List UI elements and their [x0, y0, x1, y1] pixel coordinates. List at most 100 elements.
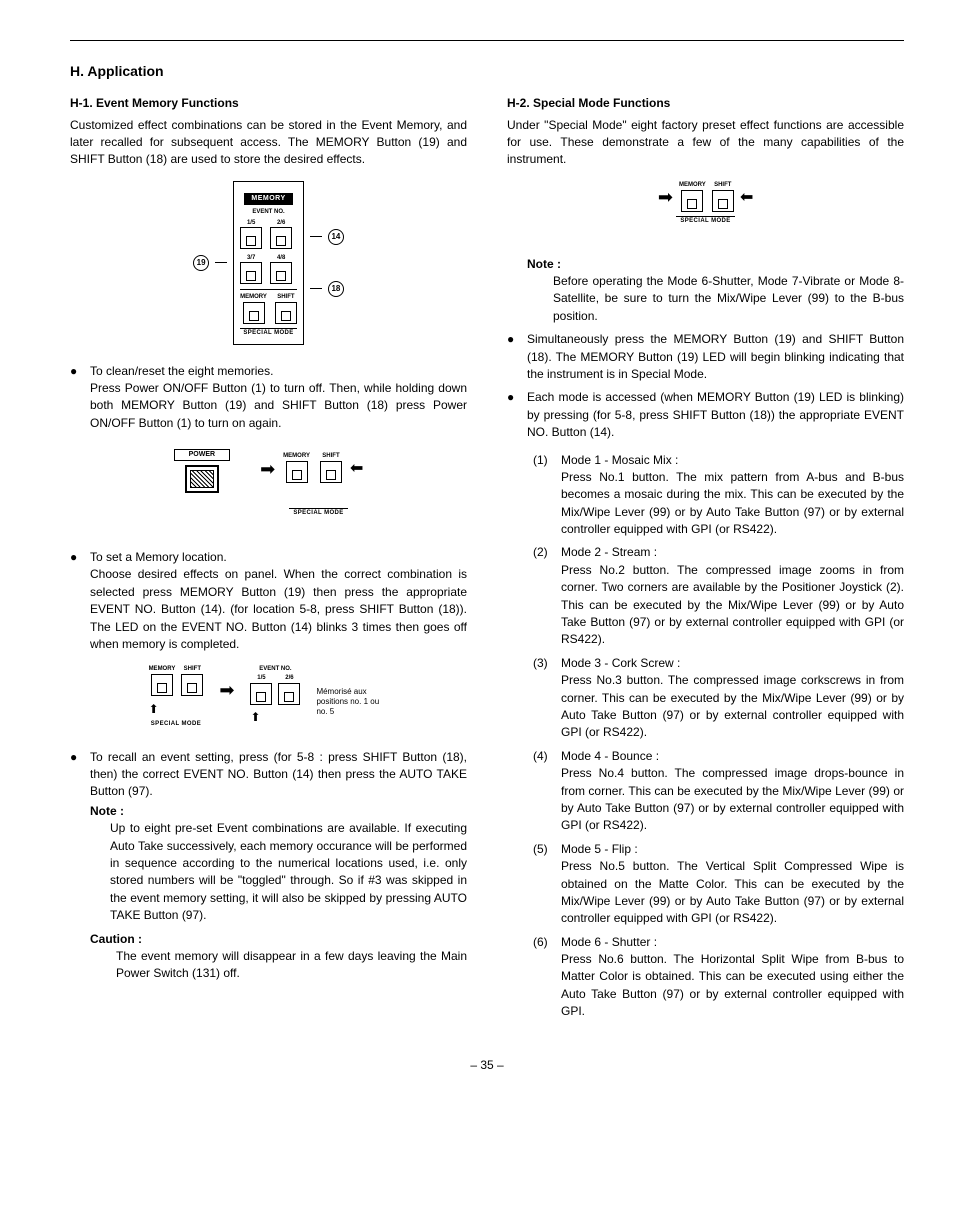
mode-number: (1): [533, 452, 561, 469]
key-2-6-label-2: 2/6: [278, 674, 300, 683]
bullet-each-mode-access-body: Each mode is accessed (when MEMORY Butto…: [527, 389, 904, 441]
bullet-set-memory-body: Choose desired effects on panel. When th…: [90, 567, 467, 651]
key-shift-2: [320, 461, 342, 483]
bullet-recall-event-body: To recall an event setting, press (for 5…: [90, 750, 467, 799]
key-memory-label: MEMORY: [240, 293, 267, 302]
label-special-mode-4: SPECIAL MODE: [676, 216, 735, 226]
arrow-left-icon: ➡: [350, 457, 363, 480]
bullet-simultaneous-press: ● Simultaneously press the MEMORY Button…: [507, 331, 904, 383]
page-number: – 35 –: [70, 1057, 904, 1074]
key-1-5: [240, 227, 262, 249]
mode-body: Press No.1 button. The mix pattern from …: [561, 469, 904, 539]
label-event-no: EVENT NO.: [240, 208, 297, 217]
mode-item: (5)Mode 5 - Flip :: [533, 841, 904, 858]
bullet-clean-reset: ● To clean/reset the eight memories. Pre…: [70, 363, 467, 433]
bullet-clean-reset-title: To clean/reset the eight memories.: [90, 364, 273, 378]
mode-item: (6)Mode 6 - Shutter :: [533, 934, 904, 951]
key-shift-label-2: SHIFT: [320, 452, 342, 461]
note-body: Up to eight pre-set Event combinations a…: [110, 820, 467, 924]
arrow-right-icon: ➡: [260, 456, 275, 482]
bullet-recall-event: ● To recall an event setting, press (for…: [70, 749, 467, 925]
label-special-mode: SPECIAL MODE: [240, 328, 297, 338]
bullet-simultaneous-press-body: Simultaneously press the MEMORY Button (…: [527, 331, 904, 383]
label-event-no-2: EVENT NO.: [250, 665, 300, 674]
mode-title: Mode 1 - Mosaic Mix :: [561, 452, 904, 469]
bullet-set-memory: ● To set a Memory location. Choose desir…: [70, 549, 467, 653]
arrow-up-icon: ⬆: [149, 702, 159, 716]
mode-title: Mode 5 - Flip :: [561, 841, 904, 858]
arrow-right-icon-3: ➡: [658, 184, 673, 210]
key-1-5-2: [250, 683, 272, 705]
callout-14: 14: [328, 229, 344, 245]
key-memory-label-3: MEMORY: [149, 665, 176, 674]
note-label-2: Note :: [527, 257, 561, 271]
right-column: H-2. Special Mode Functions Under "Speci…: [507, 95, 904, 1020]
key-2-6-2: [278, 683, 300, 705]
mode-item: (4)Mode 4 - Bounce :: [533, 748, 904, 765]
mode-title: Mode 2 - Stream :: [561, 544, 904, 561]
bullet-set-memory-title: To set a Memory location.: [90, 550, 227, 564]
top-rule: [70, 40, 904, 41]
mode-body: Press No.4 button. The compressed image …: [561, 765, 904, 835]
key-1-5-label-2: 1/5: [250, 674, 272, 683]
mode-item: (3)Mode 3 - Cork Screw :: [533, 655, 904, 672]
key-memory-label-4: MEMORY: [679, 181, 706, 190]
two-column-layout: H-1. Event Memory Functions Customized e…: [70, 95, 904, 1020]
caution-label: Caution :: [90, 932, 142, 946]
arrow-left-icon-2: ➡: [740, 186, 753, 209]
key-3-7-label: 3/7: [240, 254, 262, 263]
key-memory-2: [286, 461, 308, 483]
key-3-7: [240, 262, 262, 284]
diagram-special-mode: ➡ MEMORY SHIFT ➡ SPECIAL MODE: [507, 181, 904, 226]
mode-number: (2): [533, 544, 561, 561]
caution-body: The event memory will disappear in a few…: [116, 948, 467, 983]
label-special-mode-2: SPECIAL MODE: [289, 508, 347, 518]
power-button-icon: [185, 465, 219, 493]
bullet-each-mode-access: ● Each mode is accessed (when MEMORY But…: [507, 389, 904, 441]
key-shift-label-4: SHIFT: [712, 181, 734, 190]
key-shift: [275, 302, 297, 324]
key-memory-3: [151, 674, 173, 696]
note-label: Note :: [90, 804, 124, 818]
key-memory: [243, 302, 265, 324]
arrow-up-icon-2: ⬆: [250, 710, 260, 724]
key-2-6: [270, 227, 292, 249]
mode-title: Mode 4 - Bounce :: [561, 748, 904, 765]
key-memory-4: [681, 190, 703, 212]
key-4-8-label: 4/8: [270, 254, 292, 263]
mode-item: (1)Mode 1 - Mosaic Mix :: [533, 452, 904, 469]
mode-number: (5): [533, 841, 561, 858]
diagram-memory-to-event: MEMORY SHIFT ⬆ SPECIAL MODE ➡ EVENT NO. …: [70, 665, 467, 728]
key-shift-4: [712, 190, 734, 212]
mode-title: Mode 3 - Cork Screw :: [561, 655, 904, 672]
h2-title: H-2. Special Mode Functions: [507, 95, 904, 112]
callout-18: 18: [328, 281, 344, 297]
diagram-memo-text: Mémorisé aux positions no. 1 ou no. 5: [316, 687, 388, 716]
h1-intro: Customized effect combinations can be st…: [70, 117, 467, 169]
mode-body: Press No.2 button. The compressed image …: [561, 562, 904, 649]
key-shift-label-3: SHIFT: [181, 665, 203, 674]
key-4-8: [270, 262, 292, 284]
key-1-5-label: 1/5: [240, 219, 262, 228]
mode-body: Press No.6 button. The Horizontal Split …: [561, 951, 904, 1021]
diagram-event-memory-panel: 19 MEMORY EVENT NO. 1/5 2/6 3/7 4/8 MEMO…: [70, 181, 467, 345]
bullet-clean-reset-body: Press Power ON/OFF Button (1) to turn of…: [90, 381, 467, 430]
callout-19: 19: [193, 255, 209, 271]
mode-number: (3): [533, 655, 561, 672]
key-shift-label: SHIFT: [275, 293, 297, 302]
mode-title: Mode 6 - Shutter :: [561, 934, 904, 951]
mode-number: (4): [533, 748, 561, 765]
key-2-6-label: 2/6: [270, 219, 292, 228]
label-power: POWER: [174, 449, 230, 461]
key-shift-3: [181, 674, 203, 696]
left-column: H-1. Event Memory Functions Customized e…: [70, 95, 467, 1020]
diagram-power-memory-shift: POWER ➡ MEMORY SHIFT ➡: [70, 444, 467, 494]
mode-body: Press No.3 button. The compressed image …: [561, 672, 904, 742]
label-special-mode-3: SPECIAL MODE: [149, 720, 204, 729]
label-memory: MEMORY: [244, 193, 292, 205]
key-memory-label-2: MEMORY: [283, 452, 310, 461]
note-body-2: Before operating the Mode 6-Shutter, Mod…: [553, 273, 904, 325]
h2-intro: Under "Special Mode" eight factory prese…: [507, 117, 904, 169]
mode-item: (2)Mode 2 - Stream :: [533, 544, 904, 561]
mode-body: Press No.5 button. The Vertical Split Co…: [561, 858, 904, 928]
